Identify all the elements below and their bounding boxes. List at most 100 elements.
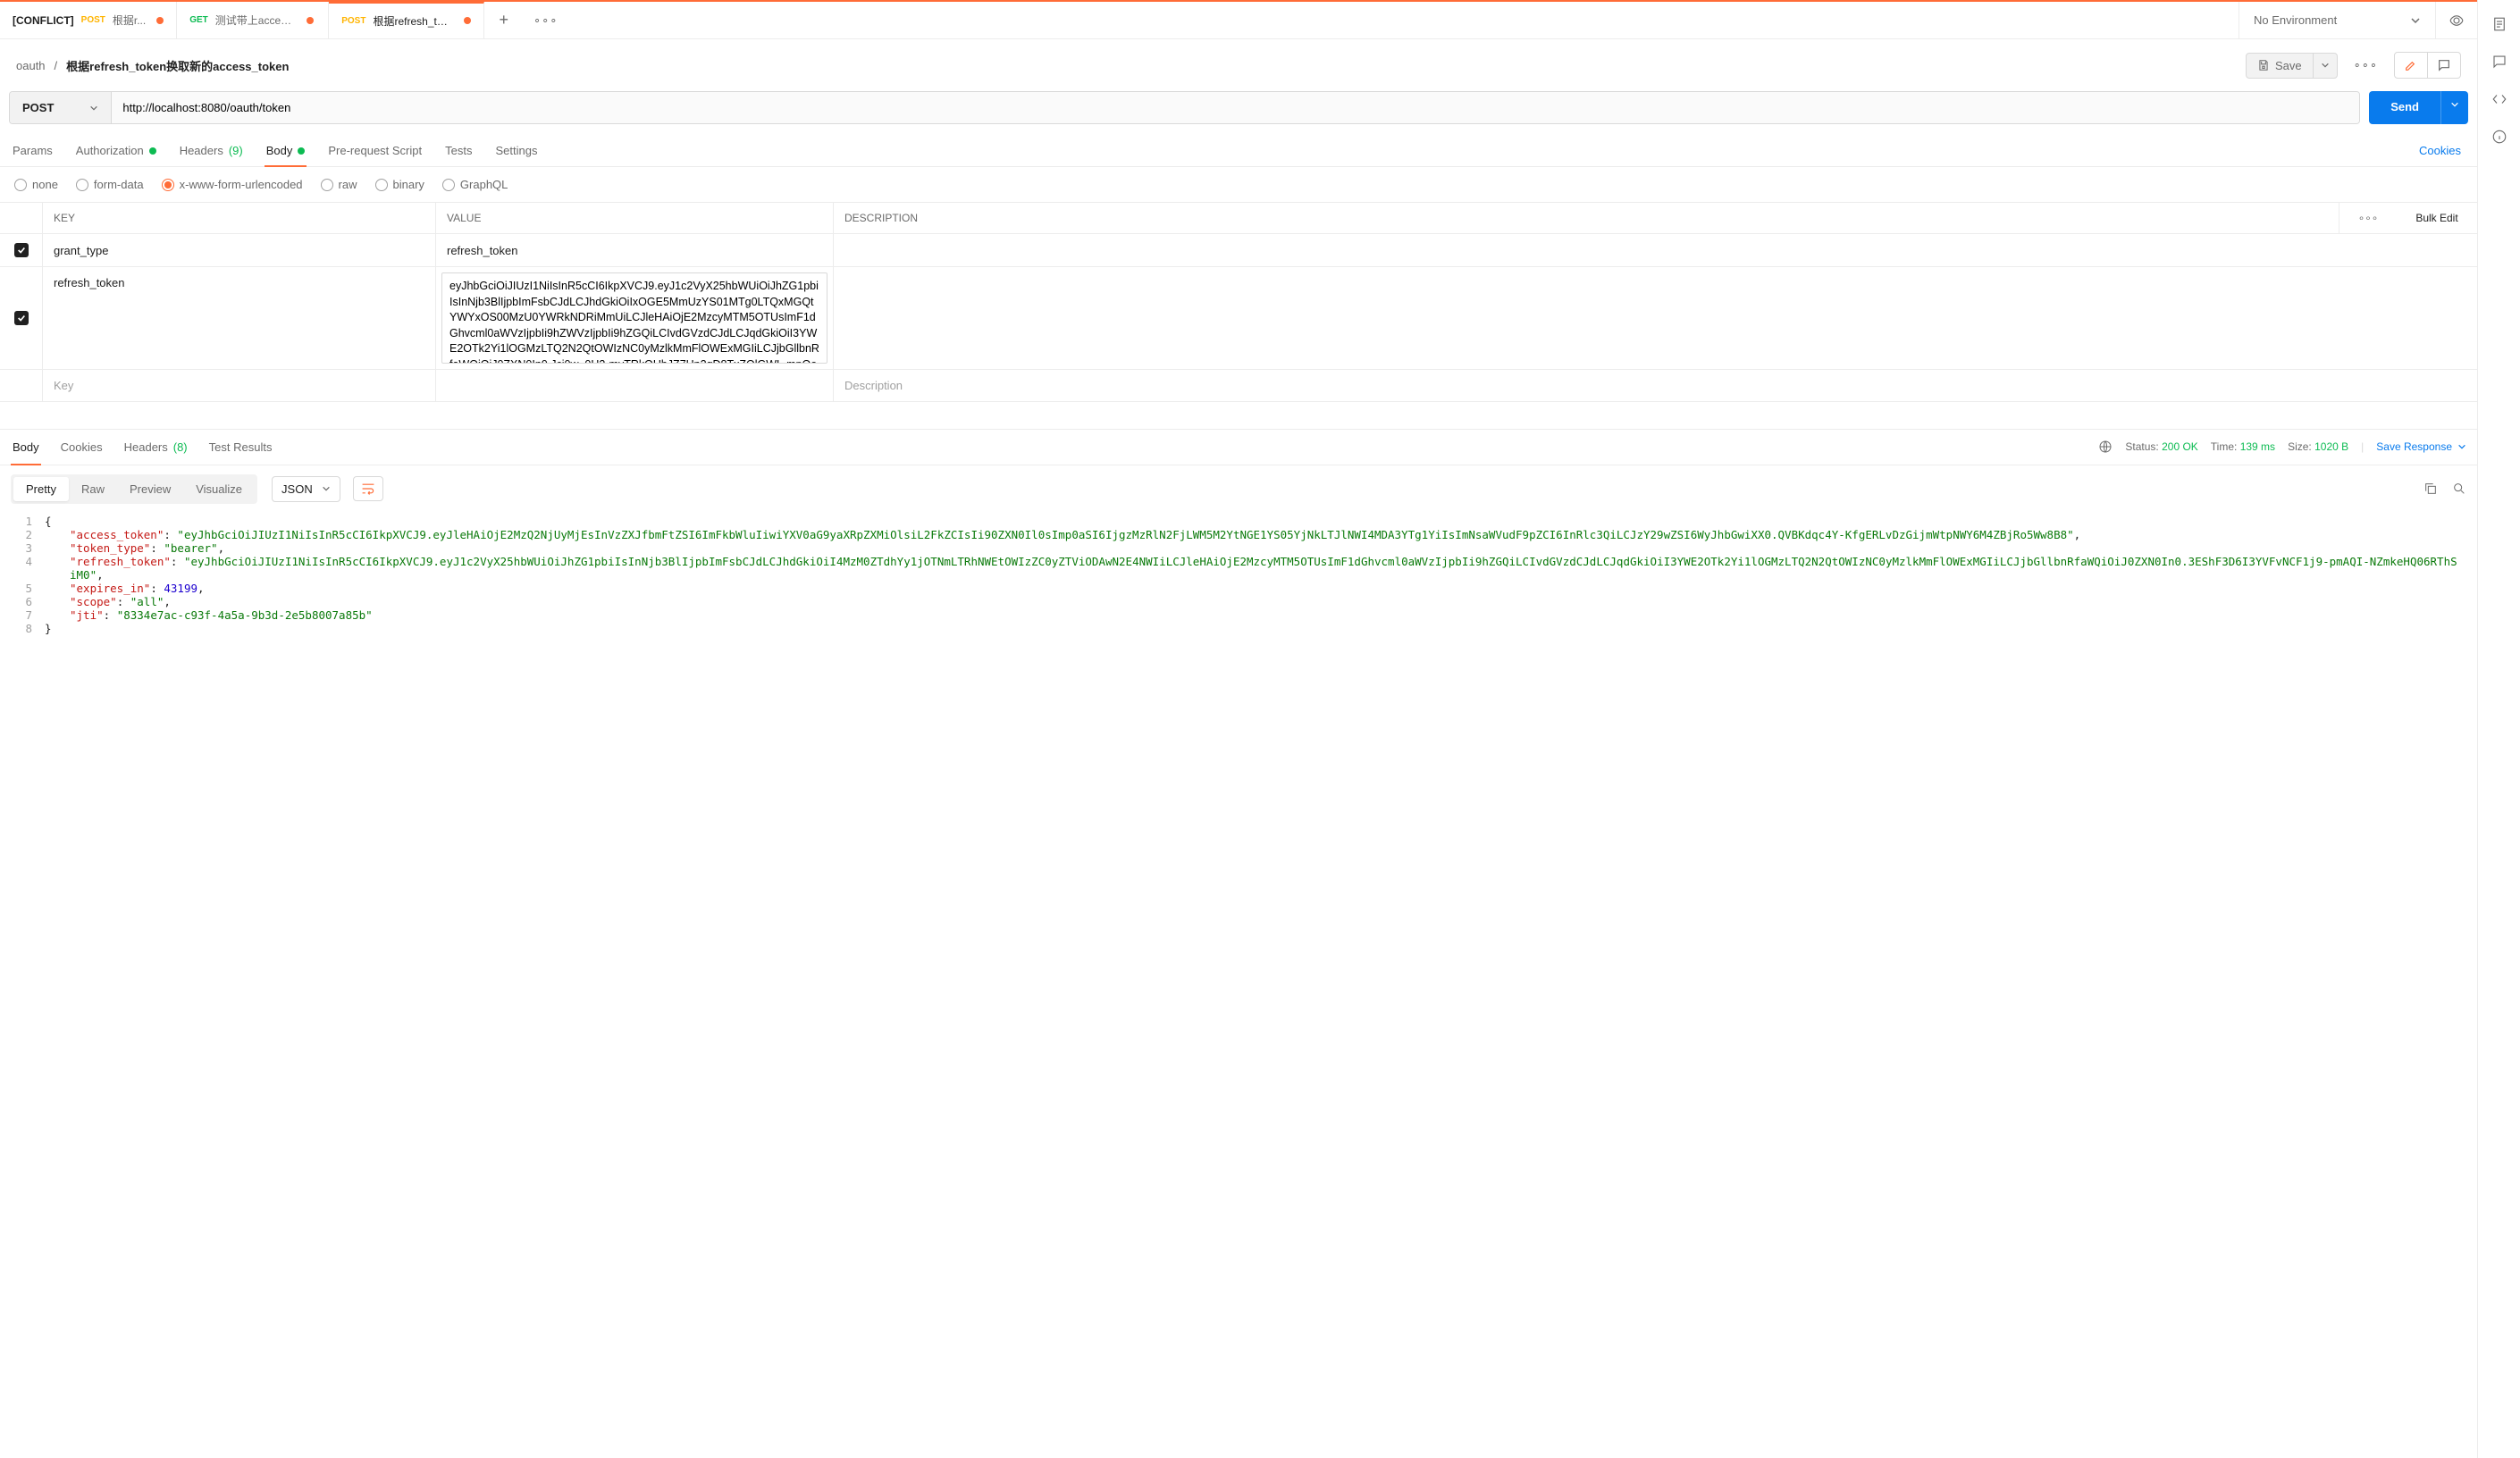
radio-urlencoded[interactable]: x-www-form-urlencoded	[162, 178, 303, 191]
size-label: Size:	[2288, 440, 2312, 453]
tab-title: 测试带上access_to...	[215, 13, 296, 28]
resp-tab-headers[interactable]: Headers (8)	[122, 430, 189, 465]
resp-tab-tests[interactable]: Test Results	[207, 430, 274, 465]
tab-params[interactable]: Params	[11, 135, 55, 166]
view-preview[interactable]: Preview	[117, 477, 183, 501]
environment-preview-button[interactable]	[2435, 2, 2477, 38]
row-checkbox[interactable]	[14, 243, 29, 257]
docs-icon[interactable]	[2491, 16, 2507, 32]
tab-prerequest[interactable]: Pre-request Script	[326, 135, 424, 166]
json-line: {	[45, 515, 2477, 528]
table-row: refresh_token eyJhbGciOiJIUzI1NiIsInR5cC…	[0, 267, 2477, 370]
row-checkbox[interactable]	[14, 311, 29, 325]
view-visualize[interactable]: Visualize	[183, 477, 255, 501]
dirty-dot-icon	[156, 17, 164, 24]
tab-overflow-button[interactable]: ∘∘∘	[523, 13, 568, 28]
headers-count: (8)	[173, 440, 188, 454]
copy-icon[interactable]	[2423, 482, 2438, 496]
view-segment: Pretty Raw Preview Visualize	[11, 474, 257, 504]
chevron-down-icon	[2450, 100, 2459, 109]
view-pretty[interactable]: Pretty	[13, 477, 69, 501]
method-select[interactable]: POST	[10, 92, 112, 123]
check-icon	[17, 314, 26, 323]
language-select[interactable]: JSON	[272, 476, 340, 502]
key-placeholder[interactable]: Key	[43, 370, 436, 401]
save-button[interactable]: Save	[2247, 54, 2313, 78]
send-caret-button[interactable]	[2440, 91, 2468, 124]
check-icon	[17, 246, 26, 255]
col-key: KEY	[43, 203, 436, 233]
search-icon[interactable]	[2452, 482, 2466, 496]
status-value: 200 OK	[2162, 440, 2198, 453]
radio-graphql[interactable]: GraphQL	[442, 178, 508, 191]
tab-0[interactable]: [CONFLICT] POST 根据r...	[0, 2, 177, 38]
tab-authorization[interactable]: Authorization	[74, 135, 158, 166]
tab-add-button[interactable]: +	[484, 11, 523, 29]
bulk-edit-button[interactable]: Bulk Edit	[2397, 203, 2477, 233]
save-caret-button[interactable]	[2313, 54, 2337, 78]
tab-method: POST	[341, 16, 365, 26]
tab-tests[interactable]: Tests	[443, 135, 474, 166]
save-button-group: Save	[2246, 53, 2338, 79]
tab-method: POST	[81, 15, 105, 25]
radio-label: GraphQL	[460, 178, 508, 191]
info-icon[interactable]	[2491, 129, 2507, 145]
view-raw[interactable]: Raw	[69, 477, 117, 501]
radio-binary[interactable]: binary	[375, 178, 424, 191]
comments-icon[interactable]	[2491, 54, 2507, 70]
key-cell[interactable]: refresh_token	[43, 267, 436, 369]
eye-icon	[2449, 13, 2465, 29]
right-rail	[2477, 0, 2520, 1458]
tab-body[interactable]: Body	[265, 135, 307, 166]
cookies-link[interactable]: Cookies	[2414, 135, 2466, 166]
code-icon[interactable]	[2491, 91, 2507, 107]
tab-1[interactable]: GET 测试带上access_to...	[177, 2, 329, 38]
tab-headers[interactable]: Headers (9)	[178, 135, 245, 166]
breadcrumb-row: oauth / 根据refresh_token换取新的access_token …	[0, 39, 2477, 91]
breadcrumb-parent[interactable]: oauth	[16, 59, 46, 72]
value-cell[interactable]: eyJhbGciOiJIUzI1NiIsInR5cCI6IkpXVCJ9.eyJ…	[436, 267, 834, 369]
radio-form-data[interactable]: form-data	[76, 178, 144, 191]
mode-edit-button[interactable]	[2395, 53, 2427, 78]
tab-2[interactable]: POST 根据refresh_toke...	[329, 2, 484, 38]
globe-icon[interactable]	[2098, 440, 2113, 454]
json-line: "access_token": "eyJhbGciOiJIUzI1NiIsInR…	[45, 528, 2477, 541]
col-description: DESCRIPTION	[834, 203, 2339, 233]
value-cell[interactable]: refresh_token	[436, 234, 834, 266]
more-actions-button[interactable]: ∘∘∘	[2347, 53, 2385, 78]
send-button[interactable]: Send	[2369, 91, 2440, 124]
tabs-bar: [CONFLICT] POST 根据r... GET 测试带上access_to…	[0, 2, 2477, 39]
url-input[interactable]	[112, 92, 2359, 123]
body-type-radios: none form-data x-www-form-urlencoded raw…	[0, 167, 2477, 202]
environment-label: No Environment	[2254, 13, 2337, 27]
tab-method: GET	[189, 15, 208, 25]
response-json[interactable]: 1{ 2"access_token": "eyJhbGciOiJIUzI1NiI…	[0, 513, 2477, 653]
method-label: POST	[22, 101, 54, 114]
value-placeholder[interactable]	[436, 370, 834, 401]
key-cell[interactable]: grant_type	[43, 234, 436, 266]
pencil-icon	[2404, 58, 2418, 72]
status-dot-icon	[149, 147, 156, 155]
radio-raw[interactable]: raw	[321, 178, 357, 191]
resp-tab-body[interactable]: Body	[11, 430, 41, 465]
mode-comment-button[interactable]	[2427, 53, 2460, 78]
table-actions-button[interactable]: ∘∘∘	[2339, 203, 2397, 233]
desc-cell[interactable]	[834, 234, 2477, 266]
value-textarea[interactable]: eyJhbGciOiJIUzI1NiIsInR5cCI6IkpXVCJ9.eyJ…	[441, 272, 827, 364]
environment-select[interactable]: No Environment	[2239, 2, 2435, 38]
params-table: KEY VALUE DESCRIPTION ∘∘∘ Bulk Edit gran…	[0, 202, 2477, 402]
dirty-dot-icon	[307, 17, 314, 24]
size-value: 1020 B	[2314, 440, 2348, 453]
time-label: Time:	[2211, 440, 2238, 453]
desc-placeholder[interactable]: Description	[834, 370, 2477, 401]
save-response-button[interactable]: Save Response	[2376, 440, 2466, 453]
radio-none[interactable]: none	[14, 178, 58, 191]
tab-settings[interactable]: Settings	[493, 135, 539, 166]
desc-cell[interactable]	[834, 267, 2477, 369]
resp-tab-cookies[interactable]: Cookies	[59, 430, 105, 465]
breadcrumb-name[interactable]: 根据refresh_token换取新的access_token	[66, 57, 289, 74]
json-line: "token_type": "bearer",	[45, 541, 2477, 555]
table-row: grant_type refresh_token	[0, 234, 2477, 267]
wrap-lines-button[interactable]	[353, 476, 383, 501]
radio-label: x-www-form-urlencoded	[180, 178, 303, 191]
